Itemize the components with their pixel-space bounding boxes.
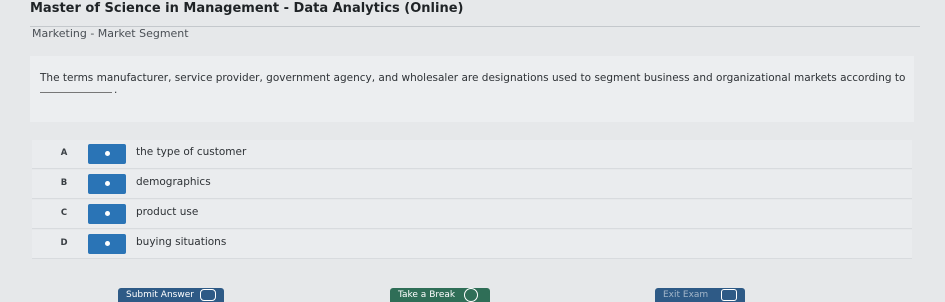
option-c[interactable]: C product use [32, 200, 912, 229]
option-label: the type of customer [136, 146, 247, 158]
blank-period: . [114, 84, 118, 96]
option-letter: B [60, 178, 68, 188]
option-label: buying situations [136, 236, 227, 248]
answer-blank [40, 92, 112, 93]
question-text: The terms manufacturer, service provider… [40, 72, 906, 84]
option-a[interactable]: A the type of customer [32, 140, 912, 169]
option-letter: D [60, 238, 68, 248]
radio-dot-icon [105, 241, 110, 246]
exit-icon [721, 289, 737, 301]
option-letter: C [60, 208, 68, 218]
option-label: product use [136, 206, 199, 218]
radio-dot-icon [105, 181, 110, 186]
radio-button[interactable] [88, 144, 126, 164]
question-panel: The terms manufacturer, service provider… [30, 56, 914, 122]
take-a-break-label: Take a Break [398, 290, 456, 300]
submit-icon [200, 289, 216, 301]
take-a-break-button[interactable]: Take a Break [390, 288, 490, 302]
option-d[interactable]: D buying situations [32, 230, 912, 259]
radio-button[interactable] [88, 204, 126, 224]
radio-dot-icon [105, 151, 110, 156]
submit-answer-label: Submit Answer [126, 290, 194, 300]
submit-answer-button[interactable]: Submit Answer [118, 288, 224, 302]
option-label: demographics [136, 176, 211, 188]
option-b[interactable]: B demographics [32, 170, 912, 199]
option-letter: A [60, 148, 68, 158]
breadcrumb: Marketing - Market Segment [32, 27, 189, 40]
exit-exam-button[interactable]: Exit Exam [655, 288, 745, 302]
clock-icon [464, 288, 478, 302]
radio-dot-icon [105, 211, 110, 216]
exit-exam-label: Exit Exam [663, 290, 709, 300]
program-title: Master of Science in Management - Data A… [30, 1, 464, 16]
radio-button[interactable] [88, 174, 126, 194]
radio-button[interactable] [88, 234, 126, 254]
